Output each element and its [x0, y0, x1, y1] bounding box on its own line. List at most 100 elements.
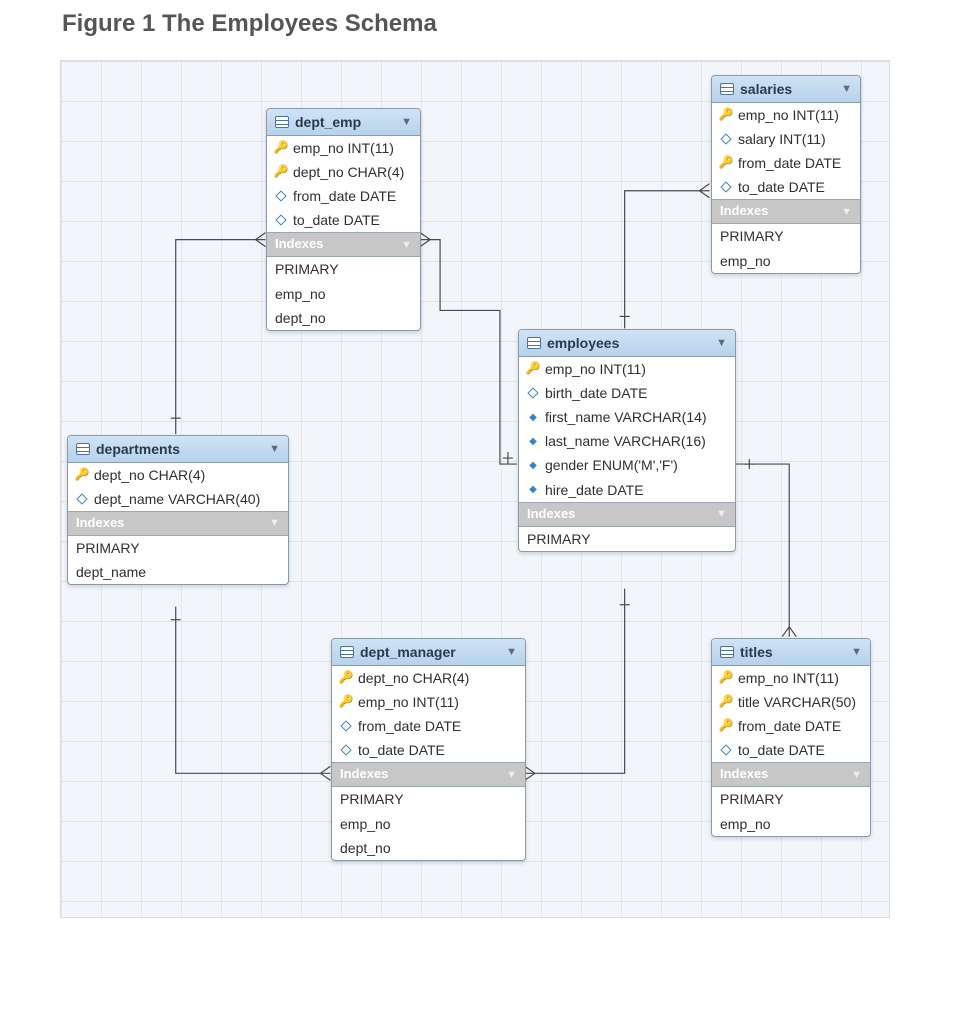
column-row: 🔑emp_no INT(11): [712, 666, 870, 690]
column-list: 🔑dept_no CHAR(4) 🔑emp_no INT(11) from_da…: [332, 666, 525, 762]
column-row: from_date DATE: [332, 714, 525, 738]
entity-header[interactable]: titles ▼: [712, 639, 870, 666]
diamond-blue-icon: ◆: [527, 484, 539, 496]
indexes-header[interactable]: Indexes▼: [332, 762, 525, 787]
key-gold-icon: 🔑: [720, 156, 732, 170]
column-list: 🔑emp_no INT(11) salary INT(11) 🔑from_dat…: [712, 103, 860, 199]
entity-header[interactable]: employees ▼: [519, 330, 735, 357]
column-row: to_date DATE: [712, 738, 870, 762]
column-row: 🔑emp_no INT(11): [712, 103, 860, 127]
rel-employees-salaries: [625, 191, 696, 329]
indexes-header[interactable]: Indexes▼: [267, 232, 420, 257]
column-row: ◆gender ENUM('M','F'): [519, 453, 735, 477]
column-row: 🔑emp_no INT(11): [332, 690, 525, 714]
entity-name: departments: [96, 441, 180, 457]
entity-titles[interactable]: titles ▼ 🔑emp_no INT(11) 🔑title VARCHAR(…: [711, 638, 871, 837]
table-icon: [76, 443, 90, 455]
table-icon: [720, 646, 734, 658]
index-row: PRIMARY: [712, 224, 860, 248]
entity-salaries[interactable]: salaries ▼ 🔑emp_no INT(11) salary INT(11…: [711, 75, 861, 274]
column-list: 🔑emp_no INT(11) 🔑title VARCHAR(50) 🔑from…: [712, 666, 870, 762]
entity-header[interactable]: departments ▼: [68, 436, 288, 463]
index-row: PRIMARY: [332, 787, 525, 811]
index-row: PRIMARY: [267, 257, 420, 281]
entity-header[interactable]: dept_manager ▼: [332, 639, 525, 666]
index-row: emp_no: [332, 812, 525, 836]
column-row: dept_name VARCHAR(40): [68, 487, 288, 511]
index-row: PRIMARY: [519, 527, 735, 551]
rel-departments-deptemp: [176, 240, 253, 435]
column-row: 🔑emp_no INT(11): [267, 136, 420, 160]
indexes-header[interactable]: Indexes▼: [519, 502, 735, 527]
diamond-blue-icon: ◆: [527, 412, 539, 424]
diamond-open-icon: [275, 216, 287, 224]
chevron-down-icon: ▼: [841, 83, 852, 96]
column-list: 🔑emp_no INT(11) 🔑dept_no CHAR(4) from_da…: [267, 136, 420, 232]
diamond-open-icon: [340, 746, 352, 754]
column-row: to_date DATE: [712, 175, 860, 199]
figure-title: Figure 1 The Employees Schema: [62, 10, 897, 38]
chevron-down-icon: ▼: [851, 769, 862, 782]
chevron-down-icon: ▼: [269, 517, 280, 530]
entity-employees[interactable]: employees ▼ 🔑emp_no INT(11) birth_date D…: [518, 329, 736, 552]
column-row: ◆last_name VARCHAR(16): [519, 429, 735, 453]
chevron-down-icon: ▼: [506, 769, 517, 782]
entity-header[interactable]: dept_emp ▼: [267, 109, 420, 136]
diamond-blue-icon: ◆: [527, 436, 539, 448]
table-icon: [527, 337, 541, 349]
key-red-icon: 🔑: [720, 671, 732, 685]
column-row: salary INT(11): [712, 127, 860, 151]
entity-name: dept_emp: [295, 114, 361, 130]
chevron-down-icon: ▼: [716, 508, 727, 521]
diamond-blue-icon: ◆: [527, 460, 539, 472]
indexes-header[interactable]: Indexes▼: [712, 762, 870, 787]
column-row: ◆hire_date DATE: [519, 478, 735, 502]
chevron-down-icon: ▼: [269, 443, 280, 456]
rel-employees-titles: [734, 464, 789, 623]
key-gold-icon: 🔑: [720, 719, 732, 733]
chevron-down-icon: ▼: [506, 646, 517, 659]
key-red-icon: 🔑: [340, 671, 352, 685]
index-row: PRIMARY: [712, 787, 870, 811]
index-row: dept_no: [267, 306, 420, 330]
key-red-icon: 🔑: [275, 141, 287, 155]
column-row: ◆first_name VARCHAR(14): [519, 405, 735, 429]
diamond-open-icon: [527, 389, 539, 397]
diamond-open-icon: [340, 722, 352, 730]
rel-employees-deptmanager: [538, 589, 625, 774]
key-red-icon: 🔑: [720, 108, 732, 122]
chevron-down-icon: ▼: [401, 116, 412, 129]
entity-dept-manager[interactable]: dept_manager ▼ 🔑dept_no CHAR(4) 🔑emp_no …: [331, 638, 526, 861]
key-red-icon: 🔑: [275, 165, 287, 179]
entity-departments[interactable]: departments ▼ 🔑dept_no CHAR(4) dept_name…: [67, 435, 289, 585]
index-row: emp_no: [267, 282, 420, 306]
index-row: emp_no: [712, 812, 870, 836]
index-row: dept_name: [68, 560, 288, 584]
rel-departments-deptmanager: [176, 607, 319, 774]
key-gold-icon: 🔑: [76, 468, 88, 482]
column-row: to_date DATE: [267, 208, 420, 232]
table-icon: [720, 83, 734, 95]
column-row: 🔑emp_no INT(11): [519, 357, 735, 381]
indexes-header[interactable]: Indexes▼: [68, 511, 288, 536]
indexes-header[interactable]: Indexes▼: [712, 199, 860, 224]
column-row: 🔑dept_no CHAR(4): [267, 160, 420, 184]
column-row: 🔑dept_no CHAR(4): [68, 463, 288, 487]
entity-header[interactable]: salaries ▼: [712, 76, 860, 103]
index-row: PRIMARY: [68, 536, 288, 560]
chevron-down-icon: ▼: [851, 646, 862, 659]
key-gold-icon: 🔑: [527, 362, 539, 376]
column-list: 🔑dept_no CHAR(4) dept_name VARCHAR(40): [68, 463, 288, 511]
diamond-open-icon: [720, 135, 732, 143]
diamond-open-icon: [76, 495, 88, 503]
column-row: 🔑dept_no CHAR(4): [332, 666, 525, 690]
column-row: birth_date DATE: [519, 381, 735, 405]
diamond-open-icon: [720, 746, 732, 754]
entity-name: employees: [547, 335, 619, 351]
chevron-down-icon: ▼: [716, 337, 727, 350]
column-row: to_date DATE: [332, 738, 525, 762]
entity-dept-emp[interactable]: dept_emp ▼ 🔑emp_no INT(11) 🔑dept_no CHAR…: [266, 108, 421, 331]
index-row: dept_no: [332, 836, 525, 860]
column-list: 🔑emp_no INT(11) birth_date DATE ◆first_n…: [519, 357, 735, 502]
index-row: emp_no: [712, 249, 860, 273]
